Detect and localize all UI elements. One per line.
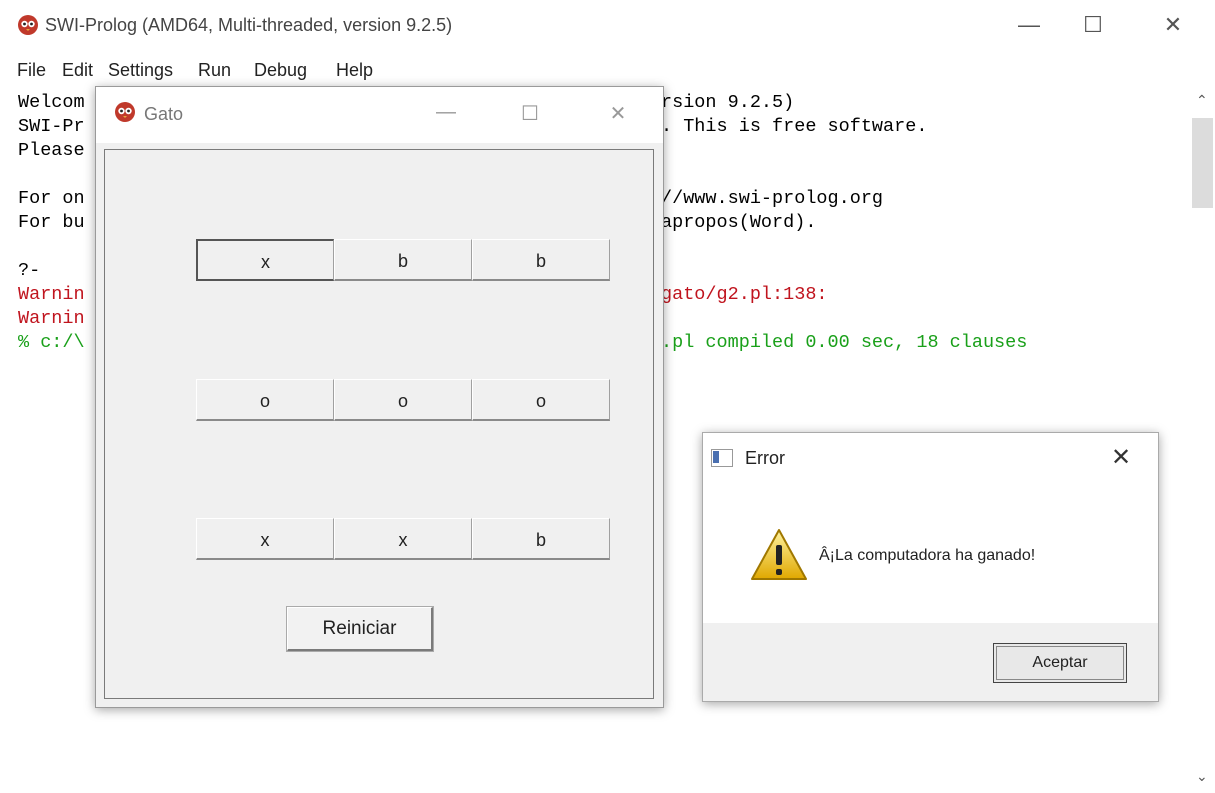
menu-run[interactable]: Run <box>198 60 231 81</box>
console-prompt: ?- <box>18 260 41 281</box>
console-line: //www.swi-prolog.org <box>661 188 884 209</box>
console-line: SWI-Pr <box>18 116 85 137</box>
scroll-down-icon[interactable]: ⌄ <box>1196 768 1208 785</box>
minimize-button[interactable]: — <box>1006 10 1052 40</box>
dialog-footer: Aceptar <box>703 623 1158 701</box>
console-line: For bu <box>18 212 85 233</box>
menu-edit[interactable]: Edit <box>62 60 93 81</box>
gato-window: Gato — ☐ ✕ x b b o o o x x b Reiniciar <box>95 86 664 708</box>
gato-close-button[interactable]: ✕ <box>598 101 638 126</box>
board-cell[interactable]: b <box>472 239 610 281</box>
menu-help[interactable]: Help <box>336 60 373 81</box>
swi-prolog-owl-icon <box>115 102 135 122</box>
console-line: rsion 9.2.5) <box>661 92 795 113</box>
board-cell[interactable]: x <box>334 518 472 560</box>
main-title-bar: SWI-Prolog (AMD64, Multi-threaded, versi… <box>0 0 1215 56</box>
menu-file[interactable]: File <box>17 60 46 81</box>
menu-bar: File Edit Settings Run Debug Help <box>0 58 1215 86</box>
console-warning-line: gato/g2.pl:138: <box>661 284 828 305</box>
console-info-line: % c:/\ <box>18 332 85 353</box>
gato-title-bar: Gato — ☐ ✕ <box>96 87 663 143</box>
board-cell[interactable]: o <box>334 379 472 421</box>
console-line: Please <box>18 140 85 161</box>
console-line: . This is free software. <box>661 116 928 137</box>
menu-debug[interactable]: Debug <box>254 60 307 81</box>
main-window-title: SWI-Prolog (AMD64, Multi-threaded, versi… <box>45 15 453 35</box>
warning-icon <box>751 529 807 580</box>
board-cell[interactable]: x <box>196 518 334 560</box>
board-cell[interactable]: o <box>472 379 610 421</box>
scroll-thumb[interactable] <box>1192 118 1213 208</box>
gato-window-title: Gato <box>144 104 184 124</box>
error-dialog-title: Error <box>745 448 785 468</box>
gato-minimize-button[interactable]: — <box>426 101 466 124</box>
console-line: Welcom <box>18 92 85 113</box>
board-cell[interactable]: x <box>196 239 334 281</box>
console-line: For on <box>18 188 85 209</box>
board-cell[interactable]: b <box>334 239 472 281</box>
window-icon <box>711 449 733 467</box>
reiniciar-button[interactable]: Reiniciar <box>286 606 434 652</box>
error-dialog: Error ✕ Â¡La computadora ha ganado! Acep… <box>702 432 1159 702</box>
scroll-up-icon[interactable]: ⌃ <box>1196 92 1208 109</box>
maximize-button[interactable]: ☐ <box>1070 10 1116 40</box>
error-close-button[interactable]: ✕ <box>1111 443 1131 472</box>
board-cell[interactable]: o <box>196 379 334 421</box>
board-cell[interactable]: b <box>472 518 610 560</box>
console-info-line: .pl compiled 0.00 sec, 18 clauses <box>661 332 1028 353</box>
swi-prolog-owl-icon <box>18 15 38 35</box>
vertical-scrollbar[interactable]: ⌃ ⌄ <box>1190 88 1215 793</box>
close-button[interactable]: ✕ <box>1150 10 1196 40</box>
aceptar-button[interactable]: Aceptar <box>993 643 1127 683</box>
gato-maximize-button[interactable]: ☐ <box>510 101 550 126</box>
error-message: Â¡La computadora ha ganado! <box>819 547 1036 564</box>
console-warning-line: Warnin <box>18 284 85 305</box>
console-warning-line: Warnin <box>18 308 85 329</box>
menu-settings[interactable]: Settings <box>108 60 173 81</box>
console-line: apropos(Word). <box>661 212 817 233</box>
